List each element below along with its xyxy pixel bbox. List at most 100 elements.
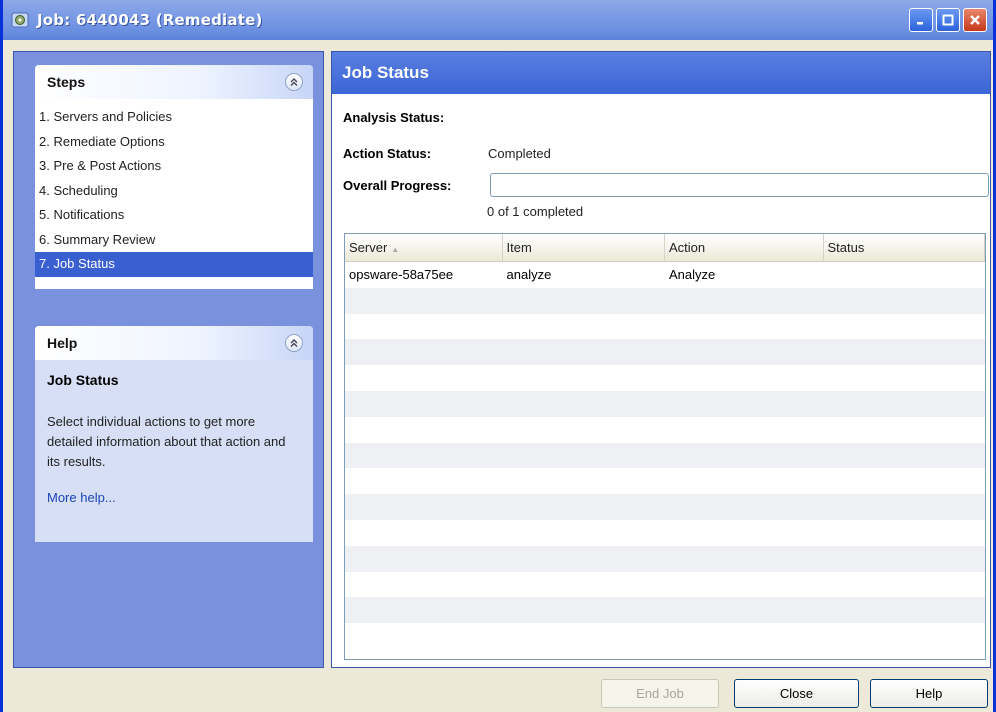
table-cell-server [345,288,503,314]
table-cell-status [824,288,986,314]
table-cell-status [824,494,986,520]
steps-title: Steps [47,74,86,90]
maximize-button[interactable] [936,8,960,32]
table-cell-action [665,494,824,520]
progress-text: 0 of 1 completed [487,204,584,219]
table-cell-item [503,288,665,314]
table-cell-action [665,288,824,314]
actions-table: Server ▲ Item Action Status opsware-58a75… [344,233,986,660]
table-row[interactable]: opsware-58a75ee analyze Analyze [345,262,985,288]
table-cell-item [503,520,665,546]
step-remediate-options[interactable]: 2. Remediate Options [35,130,313,155]
table-cell-status [824,520,986,546]
minimize-button[interactable] [909,8,933,32]
table-row [345,287,986,314]
table-cell-item [503,623,665,649]
table-cell-status [824,468,986,494]
table-row [345,520,985,546]
help-header[interactable]: Help [35,326,313,360]
table-cell-status [824,597,986,623]
step-scheduling[interactable]: 4. Scheduling [35,179,313,204]
overall-progress-label: Overall Progress: [343,178,452,193]
window-title: Job: 6440043 (Remediate) [37,11,263,29]
table-cell-action [665,314,824,340]
table-cell-action [665,520,824,546]
end-job-button[interactable]: End Job [601,679,719,708]
table-cell-server [345,623,503,649]
collapse-help-button[interactable] [285,334,303,352]
steps-list: 1. Servers and Policies 2. Remediate Opt… [35,99,313,289]
help-title: Help [47,335,78,351]
action-status-value: Completed [488,146,551,161]
table-cell-item: analyze [506,267,552,282]
step-servers-and-policies[interactable]: 1. Servers and Policies [35,105,313,130]
table-row [345,314,985,340]
table-cell-server [345,443,503,469]
job-gear-icon [9,9,31,31]
table-cell-status [824,365,986,391]
table-row [345,494,985,520]
table-cell-item [503,494,665,520]
table-row [345,339,986,366]
table-cell-status [824,339,986,365]
table-cell-server [345,572,503,598]
close-icon [970,15,980,25]
table-cell-item [503,365,665,391]
table-row [345,545,986,572]
action-status-label: Action Status: [343,146,432,161]
step-job-status[interactable]: 7. Job Status [35,252,313,277]
table-cell-server [345,494,503,520]
table-cell-server [345,417,503,443]
column-header-item[interactable]: Item [503,234,665,261]
column-header-action[interactable]: Action [665,234,824,261]
left-navigation-panel: Steps 1. Servers and Policies 2. Remedia… [13,51,324,668]
table-row [345,417,985,443]
table-cell-status [824,572,986,598]
table-cell-item [503,391,665,417]
table-cell-status [824,391,986,417]
table-row [345,623,985,649]
table-cell-item [503,339,665,365]
step-notifications[interactable]: 5. Notifications [35,203,313,228]
table-cell-action [665,417,824,443]
help-button[interactable]: Help [870,679,988,708]
collapse-steps-button[interactable] [285,73,303,91]
table-cell-server [345,365,503,391]
column-header-server[interactable]: Server ▲ [345,234,503,261]
table-row [345,597,986,624]
table-body: opsware-58a75ee analyze Analyze [345,262,985,649]
table-cell-server [345,339,503,365]
table-row [345,468,985,494]
table-cell-action: Analyze [669,267,716,282]
table-cell-server [345,314,503,340]
table-cell-action [665,391,824,417]
maximize-icon [942,14,954,26]
table-cell-server [345,520,503,546]
close-button[interactable]: Close [734,679,859,708]
title-bar[interactable]: Job: 6440043 (Remediate) [3,0,993,40]
table-cell-action [665,468,824,494]
table-cell-action [665,623,824,649]
close-window-button[interactable] [963,8,987,32]
table-cell-action [665,339,824,365]
table-row [345,365,985,391]
step-pre-post-actions[interactable]: 3. Pre & Post Actions [35,154,313,179]
table-header: Server ▲ Item Action Status [345,234,985,262]
step-summary-review[interactable]: 6. Summary Review [35,228,313,253]
double-chevron-up-icon [290,78,298,86]
table-cell-status [824,546,986,572]
table-cell-item [503,597,665,623]
table-cell-status [824,262,986,288]
sort-ascending-icon: ▲ [391,245,400,254]
more-help-link[interactable]: More help... [47,490,301,505]
column-header-status[interactable]: Status [824,234,985,261]
steps-header[interactable]: Steps [35,65,313,99]
table-cell-item [503,572,665,598]
steps-section: Steps 1. Servers and Policies 2. Remedia… [35,65,313,289]
help-heading: Job Status [47,372,119,388]
button-bar: End Job Close Help [3,672,993,712]
table-cell-item [503,546,665,572]
help-body: Job Status Select individual actions to … [35,360,313,542]
column-header-server-label: Server [349,240,388,255]
table-cell-item [503,468,665,494]
